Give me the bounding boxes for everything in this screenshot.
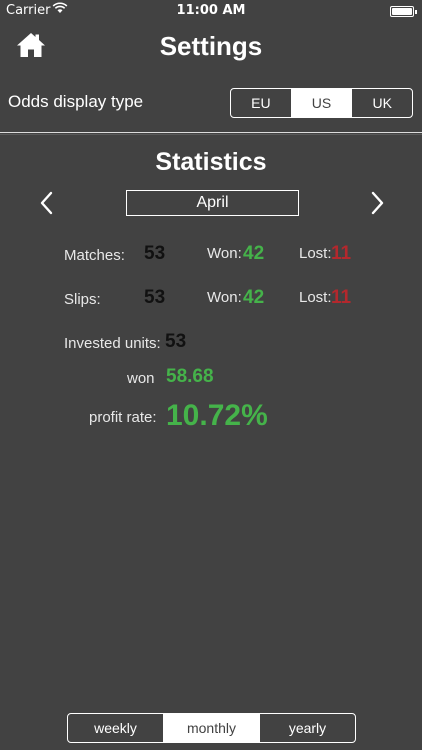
- divider-shadow: [0, 134, 422, 135]
- next-month-button[interactable]: [364, 190, 388, 216]
- period-option-monthly[interactable]: monthly: [163, 714, 259, 742]
- odds-option-us[interactable]: US: [290, 89, 352, 117]
- invested-units-value: 53: [165, 331, 187, 352]
- odds-display-label: Odds display type: [8, 92, 144, 111]
- period-option-weekly[interactable]: weekly: [68, 714, 163, 742]
- page-title: Settings: [159, 31, 263, 61]
- period-segmented-control: weekly monthly yearly: [67, 713, 356, 743]
- clock: 11:00 AM: [176, 3, 246, 18]
- matches-won-label: Won:: [207, 245, 242, 262]
- profit-rate-value: 10.72%: [166, 399, 268, 432]
- matches-label: Matches:: [64, 247, 125, 264]
- invested-units-label: Invested units:: [64, 335, 161, 352]
- matches-lost-label: Lost:: [299, 245, 332, 262]
- matches-won-count: 42: [243, 243, 265, 264]
- home-button[interactable]: [16, 32, 48, 60]
- won-units-label: won: [127, 370, 155, 387]
- slips-label: Slips:: [64, 291, 101, 308]
- month-selector[interactable]: April: [126, 190, 299, 216]
- slips-lost-label: Lost:: [299, 289, 332, 306]
- status-bar: Carrier 11:00 AM: [0, 0, 422, 22]
- odds-type-segmented-control: EU US UK: [230, 88, 413, 118]
- odds-display-row: Odds display type EU US UK: [0, 82, 422, 124]
- period-option-yearly[interactable]: yearly: [259, 714, 355, 742]
- profit-rate-label: profit rate:: [89, 409, 157, 426]
- battery-icon: [390, 6, 417, 17]
- previous-month-button[interactable]: [36, 190, 60, 216]
- slips-won-label: Won:: [207, 289, 242, 306]
- home-icon: [17, 33, 45, 57]
- won-units-value: 58.68: [166, 366, 214, 387]
- slips-lost-count: 11: [331, 287, 352, 308]
- matches-count: 53: [144, 243, 166, 264]
- navigation-bar: Settings: [0, 22, 422, 72]
- matches-lost-count: 11: [331, 243, 352, 264]
- odds-option-eu[interactable]: EU: [231, 89, 291, 117]
- divider: [0, 132, 422, 133]
- odds-option-uk[interactable]: UK: [351, 89, 412, 117]
- chevron-right-icon: [371, 191, 384, 215]
- chevron-left-icon: [40, 191, 53, 215]
- statistics-title: Statistics: [155, 148, 267, 176]
- slips-won-count: 42: [243, 287, 265, 308]
- slips-count: 53: [144, 287, 166, 308]
